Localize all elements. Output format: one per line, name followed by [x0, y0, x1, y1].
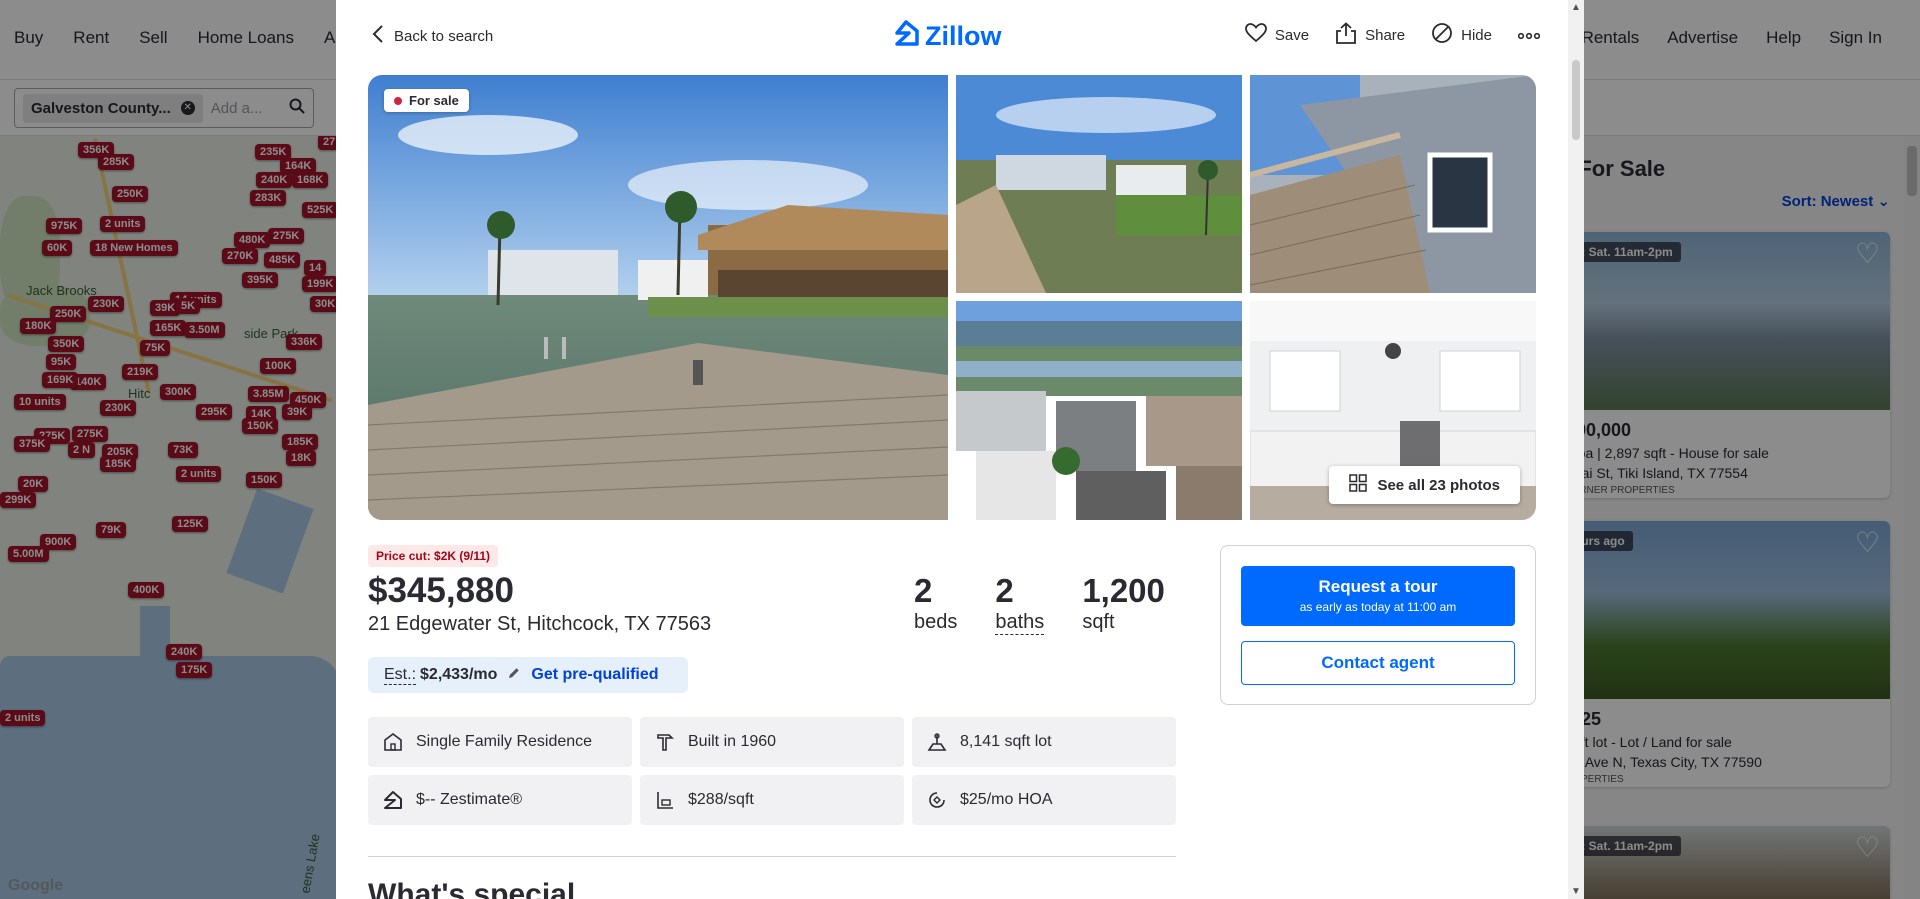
zestimate-icon	[382, 789, 404, 811]
sqft-fact: 1,200 sqft	[1082, 571, 1165, 635]
scroll-thumb[interactable]	[1572, 60, 1580, 140]
status-dot-icon	[394, 96, 402, 105]
price-cut-badge: Price cut: $2K (9/11)	[368, 545, 499, 567]
photo-thumbnail[interactable]	[956, 75, 1242, 293]
main-photo[interactable]: For sale	[368, 75, 948, 520]
share-button[interactable]: Share	[1335, 22, 1405, 48]
status-badge: For sale	[384, 89, 469, 112]
save-label: Save	[1274, 26, 1310, 44]
share-label: Share	[1365, 26, 1406, 44]
feature-text: $-- Zestimate®	[416, 791, 523, 808]
modal-header: Back to search Zillow Save Share Hide	[336, 0, 1568, 72]
baths-fact[interactable]: 2 baths	[995, 571, 1045, 635]
photo-thumbnail[interactable]: See all 23 photos	[1250, 301, 1536, 520]
feature-zestimate: $-- Zestimate®	[368, 775, 632, 825]
photo-gallery[interactable]: For sale See all 23 photos	[368, 75, 1536, 520]
sqft-value: 1,200	[1082, 572, 1165, 609]
section-divider	[368, 856, 1176, 857]
tour-subtitle: as early as today at 11:00 am	[1299, 600, 1457, 614]
hide-icon	[1431, 22, 1453, 48]
hide-label: Hide	[1461, 26, 1492, 44]
scroll-up-icon[interactable]: ▲	[1571, 2, 1581, 13]
section-heading: What's special	[368, 878, 576, 899]
feature-year-built: Built in 1960	[640, 717, 904, 767]
est-payment-value: $2,433/mo	[420, 666, 498, 683]
property-modal: Back to search Zillow Save Share Hide Fo…	[336, 0, 1584, 899]
home-features-grid: Single Family Residence Built in 1960 8,…	[368, 717, 1176, 825]
chevron-left-icon	[372, 24, 384, 48]
more-icon	[1517, 27, 1541, 44]
sqft-label: sqft	[1082, 611, 1115, 633]
grid-icon	[1349, 474, 1368, 496]
back-label: Back to search	[394, 27, 494, 45]
baths-label[interactable]: baths	[995, 611, 1045, 635]
scroll-down-icon[interactable]: ▼	[1571, 886, 1581, 897]
listing-address: 21 Edgewater St, Hitchcock, TX 77563	[368, 613, 712, 635]
listing-price: $345,880	[368, 571, 514, 610]
hammer-icon	[654, 731, 676, 753]
feature-lot-size: 8,141 sqft lot	[912, 717, 1176, 767]
beds-label: beds	[914, 611, 958, 633]
feature-home-type: Single Family Residence	[368, 717, 632, 767]
contact-agent-button[interactable]: Contact agent	[1241, 641, 1515, 685]
hide-button[interactable]: Hide	[1431, 22, 1492, 48]
feature-text: $288/sqft	[688, 791, 754, 808]
modal-scrollbar[interactable]: ▲ ▼	[1568, 0, 1584, 899]
save-button[interactable]: Save	[1245, 23, 1309, 47]
zillow-logo[interactable]: Zillow	[893, 20, 1002, 53]
zillow-z-icon	[893, 20, 919, 53]
heart-icon	[1245, 23, 1267, 47]
modal-actions: Save Share Hide	[1245, 22, 1541, 48]
get-prequalified-link[interactable]: Get pre-qualified	[531, 666, 658, 684]
home-facts: 2 beds 2 baths 1,200 sqft	[914, 571, 1165, 635]
share-icon	[1335, 22, 1357, 48]
feature-price-per-sqft: $288/sqft	[640, 775, 904, 825]
see-all-photos-button[interactable]: See all 23 photos	[1329, 466, 1520, 504]
tour-title: Request a tour	[1318, 577, 1438, 596]
logo-text: Zillow	[925, 21, 1002, 51]
status-label: For sale	[409, 93, 459, 108]
hoa-icon	[926, 789, 948, 811]
see-all-label: See all 23 photos	[1377, 476, 1500, 494]
feature-hoa: $25/mo HOA	[912, 775, 1176, 825]
estimated-payment: Est.: $2,433/mo Get pre-qualified	[368, 657, 688, 693]
pencil-icon[interactable]	[507, 666, 521, 685]
photo-thumbnail[interactable]	[956, 301, 1242, 520]
feature-text: 8,141 sqft lot	[960, 733, 1052, 750]
feature-text: Built in 1960	[688, 733, 777, 750]
baths-value: 2	[995, 572, 1014, 609]
feature-text: $25/mo HOA	[960, 791, 1053, 808]
contact-box: Request a tour as early as today at 11:0…	[1220, 545, 1536, 705]
est-payment-label[interactable]: Est.:	[384, 666, 417, 685]
request-tour-button[interactable]: Request a tour as early as today at 11:0…	[1241, 566, 1515, 626]
beds-value: 2	[914, 572, 933, 609]
back-to-search-button[interactable]: Back to search	[372, 24, 493, 48]
beds-fact: 2 beds	[914, 571, 957, 635]
more-options-button[interactable]	[1517, 27, 1541, 44]
photo-thumbnail[interactable]	[1250, 75, 1536, 293]
app-root: Buy Rent Sell Home Loans Age Rentals Adv…	[0, 0, 1920, 899]
price-per-sqft-icon	[654, 789, 676, 811]
feature-text: Single Family Residence	[416, 733, 593, 750]
house-icon	[382, 731, 404, 753]
lot-size-icon	[926, 731, 948, 753]
